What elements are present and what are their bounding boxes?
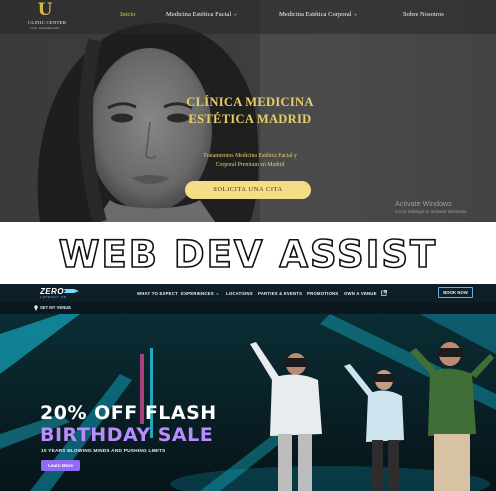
clinic-logo-subtitle: by Dr. Ubeda Benavides [30,26,60,30]
nav-item-label: EXPERIENCES [181,291,214,296]
solicita-cita-button[interactable]: SOLICITA UNA CITA [185,181,311,199]
clinic-navbar: U CLINIC CENTER by Dr. Ubeda Benavides I… [0,0,496,34]
clinic-logo-mark: U [37,0,53,20]
clinic-website-screenshot: U CLINIC CENTER by Dr. Ubeda Benavides I… [0,0,496,222]
zero-logo-tagline: LATENCY VR [40,295,67,299]
nav-item-inicio[interactable]: Inicio [120,11,135,18]
nav-item-label: PARTIES & EVENTS [258,291,303,296]
book-now-button[interactable]: BOOK NOW [438,287,473,298]
nav-item-what-to-expect[interactable]: WHAT TO EXPECT [137,291,178,296]
nav-item-label: Inicio [120,11,136,18]
chevron-down-icon: ⌄ [233,12,238,18]
zero-navbar: ZERO LATENCY VR WHAT TO EXPECT EXPERIENC… [0,284,496,302]
nav-item-sobre-nosotros[interactable]: Sobre Nosotros [403,11,444,18]
hero-title-line2: ESTÉTICA MADRID [188,112,312,126]
nav-item-medicina-estetica-facial[interactable]: Medicina Estética Facial ⌄ [166,11,237,18]
nav-item-parties-events[interactable]: PARTIES & EVENTS [258,291,302,296]
activate-windows-subtitle: Go to Settings to activate Windows. [395,209,468,214]
location-pin-icon [34,305,38,311]
logo-arrow-icon [63,289,79,293]
nav-item-label: LOCATIONS [226,291,253,296]
banner-title: WEB DEV ASSIST [58,232,438,277]
hero-tagline: Tratamientos Medicina Estética Facial y … [186,152,314,170]
nav-item-label: Medicina Estética Facial [166,11,232,18]
activate-windows-watermark: Activate Windows Go to Settings to activ… [395,199,468,214]
promo-headline-line1: 20% OFF FLASH [40,402,217,424]
nav-item-locations[interactable]: LOCATIONS [226,291,253,296]
external-link-icon[interactable] [381,290,387,296]
nav-item-own-a-venue[interactable]: OWN A VENUE [344,291,377,296]
activate-windows-title: Activate Windows [395,199,452,208]
clinic-logo[interactable]: U CLINIC CENTER by Dr. Ubeda Benavides [28,0,67,31]
nav-item-medicina-estetica-corporal[interactable]: Medicina Estética Corporal ⌄ [279,11,358,18]
web-dev-assist-banner: WEB DEV ASSIST [0,222,496,284]
hero-tagline-line2: Corporal Premium en Madrid [215,162,285,168]
nav-item-label: PROMOTIONS [307,291,339,296]
set-my-venue-link[interactable]: SET MY VENUE [40,305,71,310]
promo-subtitle: 10 YEARS BLOWING MINDS AND PUSHING LIMIT… [41,449,166,454]
nav-item-label: Sobre Nosotros [403,11,444,18]
learn-more-button[interactable]: Learn More [41,460,80,471]
set-venue-bar: SET MY VENUE [0,302,496,314]
hero-title: CLÍNICA MEDICINA ESTÉTICA MADRID [186,94,314,128]
nav-item-promotions[interactable]: PROMOTIONS [307,291,338,296]
promo-headline-line2: BIRTHDAY SALE [40,424,214,446]
nav-item-label: OWN A VENUE [344,291,377,296]
clinic-logo-name: CLINIC CENTER [28,20,67,25]
chevron-down-icon: ⌄ [353,12,358,18]
nav-item-label: WHAT TO EXPECT [137,291,178,296]
chevron-down-icon: ⌄ [215,290,220,296]
nav-item-experiences[interactable]: EXPERIENCES ⌄ [181,290,220,297]
hero-tagline-line1: Tratamientos Medicina Estética Facial y [203,153,297,159]
nav-item-label: Medicina Estética Corporal [279,11,352,18]
hero-title-line1: CLÍNICA MEDICINA [186,95,314,109]
